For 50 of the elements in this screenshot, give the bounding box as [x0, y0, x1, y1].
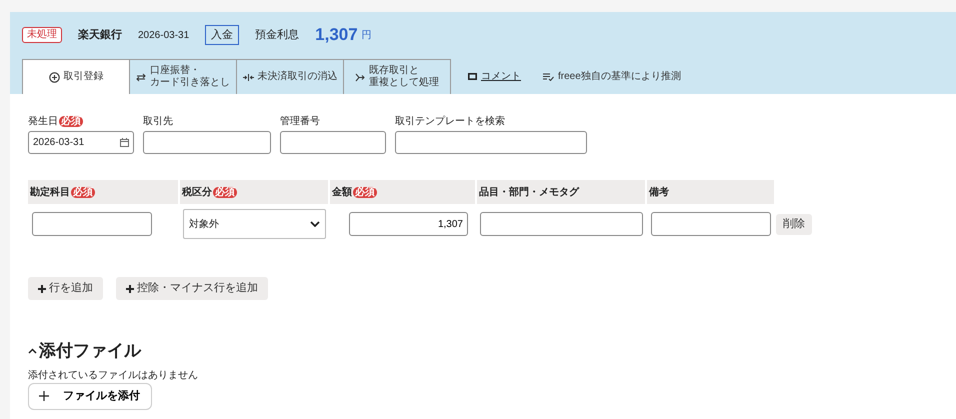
- delete-button[interactable]: 削除: [776, 214, 812, 234]
- column-header: 金額: [332, 186, 352, 200]
- required-badge: 必須: [353, 186, 377, 198]
- tab[interactable]: 既存取引と 重複として処理: [343, 59, 451, 94]
- guess-note: freee独自の基準により推測: [558, 70, 681, 84]
- column-header: 備考: [649, 186, 669, 200]
- amount-field[interactable]: 1,307: [349, 212, 468, 236]
- add-row-button[interactable]: 行を追加: [28, 277, 103, 300]
- text-field[interactable]: [143, 131, 271, 154]
- chevron-down-icon: [310, 221, 320, 227]
- plus-icon: [39, 391, 49, 401]
- plus-circle-icon: [48, 72, 60, 82]
- direction-badge: 入金: [205, 24, 240, 46]
- add-row-button[interactable]: 控除・マイナス行を追加: [116, 277, 268, 300]
- text-field[interactable]: [651, 212, 771, 236]
- merge-arrows-icon: [242, 72, 254, 82]
- transaction-date: 2026-03-31: [138, 28, 190, 42]
- text-field[interactable]: [32, 212, 152, 236]
- swap-arrows-icon: [136, 72, 146, 82]
- column-header: 勘定科目: [30, 185, 70, 200]
- amount-text: 1,307: [315, 24, 358, 46]
- date-field[interactable]: 2026-03-31: [28, 131, 134, 154]
- currency-text: 円: [362, 28, 372, 42]
- field-label: 管理番号: [280, 114, 320, 128]
- text-field[interactable]: [280, 131, 386, 154]
- list-check-icon: [543, 72, 554, 80]
- calendar-icon: [120, 138, 129, 147]
- text-field[interactable]: [395, 131, 587, 154]
- comment-link[interactable]: コメント: [481, 69, 521, 84]
- field-label: 取引テンプレートを検索: [395, 114, 505, 128]
- field-label: 発生日: [28, 114, 58, 128]
- plus-icon: [126, 284, 134, 292]
- text-field[interactable]: [480, 212, 643, 236]
- status-badge: 未処理: [22, 27, 62, 43]
- required-badge: 必須: [213, 186, 237, 198]
- required-badge: 必須: [71, 186, 95, 198]
- bank-name: 楽天銀行: [78, 28, 122, 43]
- tax-select[interactable]: 対象外: [183, 209, 326, 239]
- required-badge: 必須: [59, 116, 83, 126]
- empty-message: 添付されているファイルはありません: [28, 368, 199, 382]
- tab[interactable]: 取引登録: [22, 59, 130, 94]
- column-header: 税区分: [182, 186, 212, 200]
- attach-file-button[interactable]: ファイルを添付: [28, 382, 152, 410]
- comment-icon: [468, 72, 477, 80]
- description-text: 預金利息: [255, 28, 300, 43]
- plus-icon: [38, 284, 46, 292]
- field-label: 取引先: [143, 114, 173, 128]
- section-heading: 添付ファイル: [39, 340, 141, 362]
- merge-arrow-icon: [355, 72, 365, 82]
- column-header: 品目・部門・メモタグ: [479, 186, 579, 200]
